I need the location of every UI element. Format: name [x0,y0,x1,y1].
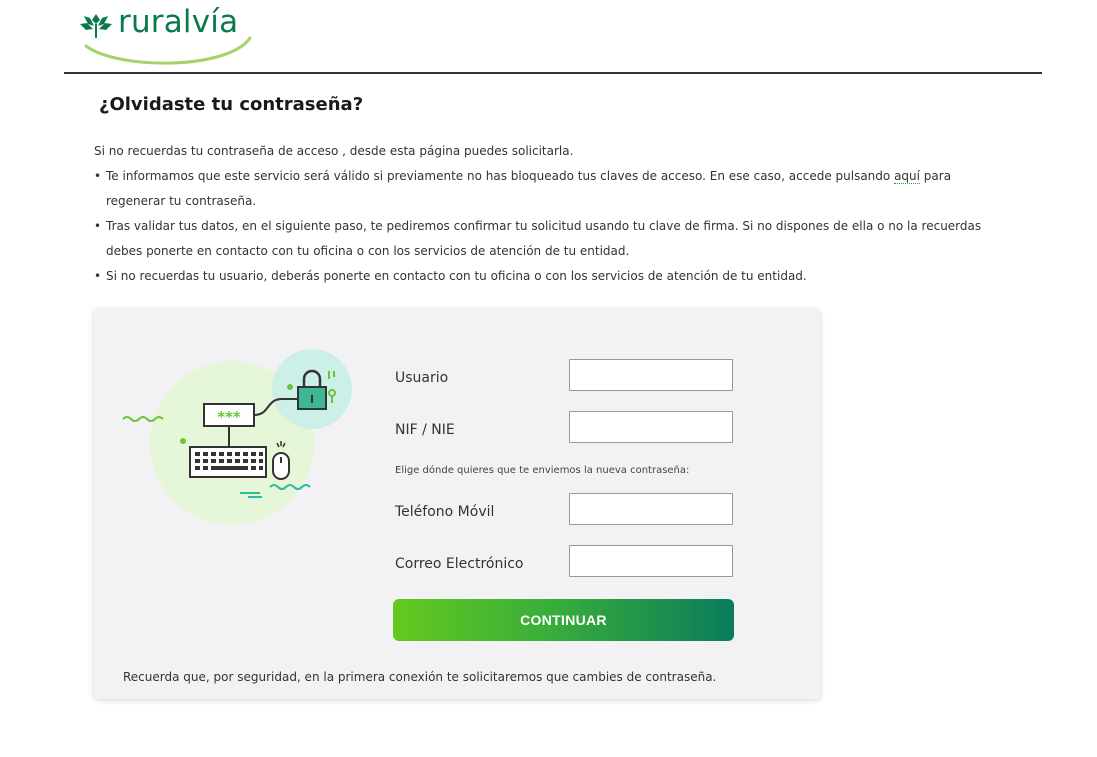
info-list: Te informamos que este servicio será vál… [94,164,1011,289]
password-recovery-form: *** Usuario NIF / NIE Elige dónde quiere… [94,309,820,699]
bullet-1-text: Te informamos que este servicio será vál… [106,169,895,183]
illustration-password: *** [217,408,241,426]
telefono-input[interactable] [569,493,733,525]
correo-input[interactable] [569,545,733,577]
ruralvia-logo[interactable]: ruralvía [78,4,258,65]
list-item: Tras validar tus datos, en el siguiente … [94,214,1011,264]
security-footnote: Recuerda que, por seguridad, en la prime… [123,670,717,684]
list-item: Te informamos que este servicio será vál… [94,164,1011,214]
telefono-label: Teléfono Móvil [395,504,495,520]
logo-swoosh [84,36,252,65]
regenerate-link[interactable]: aquí [894,169,920,184]
usuario-input[interactable] [569,359,733,391]
nif-label: NIF / NIE [395,422,455,438]
usuario-label: Usuario [395,370,449,386]
delivery-hint: Elige dónde quieres que te enviemos la n… [395,465,690,476]
header-divider [64,72,1042,74]
nif-input[interactable] [569,411,733,443]
page-title: ¿Olvidaste tu contraseña? [99,94,364,115]
intro-text: Si no recuerdas tu contraseña de acceso … [94,144,574,158]
continue-button[interactable]: CONTINUAR [393,599,734,641]
correo-label: Correo Electrónico [395,556,524,572]
list-item: Si no recuerdas tu usuario, deberás pone… [94,264,1011,289]
password-keyboard-lock-icon: *** [122,349,352,525]
